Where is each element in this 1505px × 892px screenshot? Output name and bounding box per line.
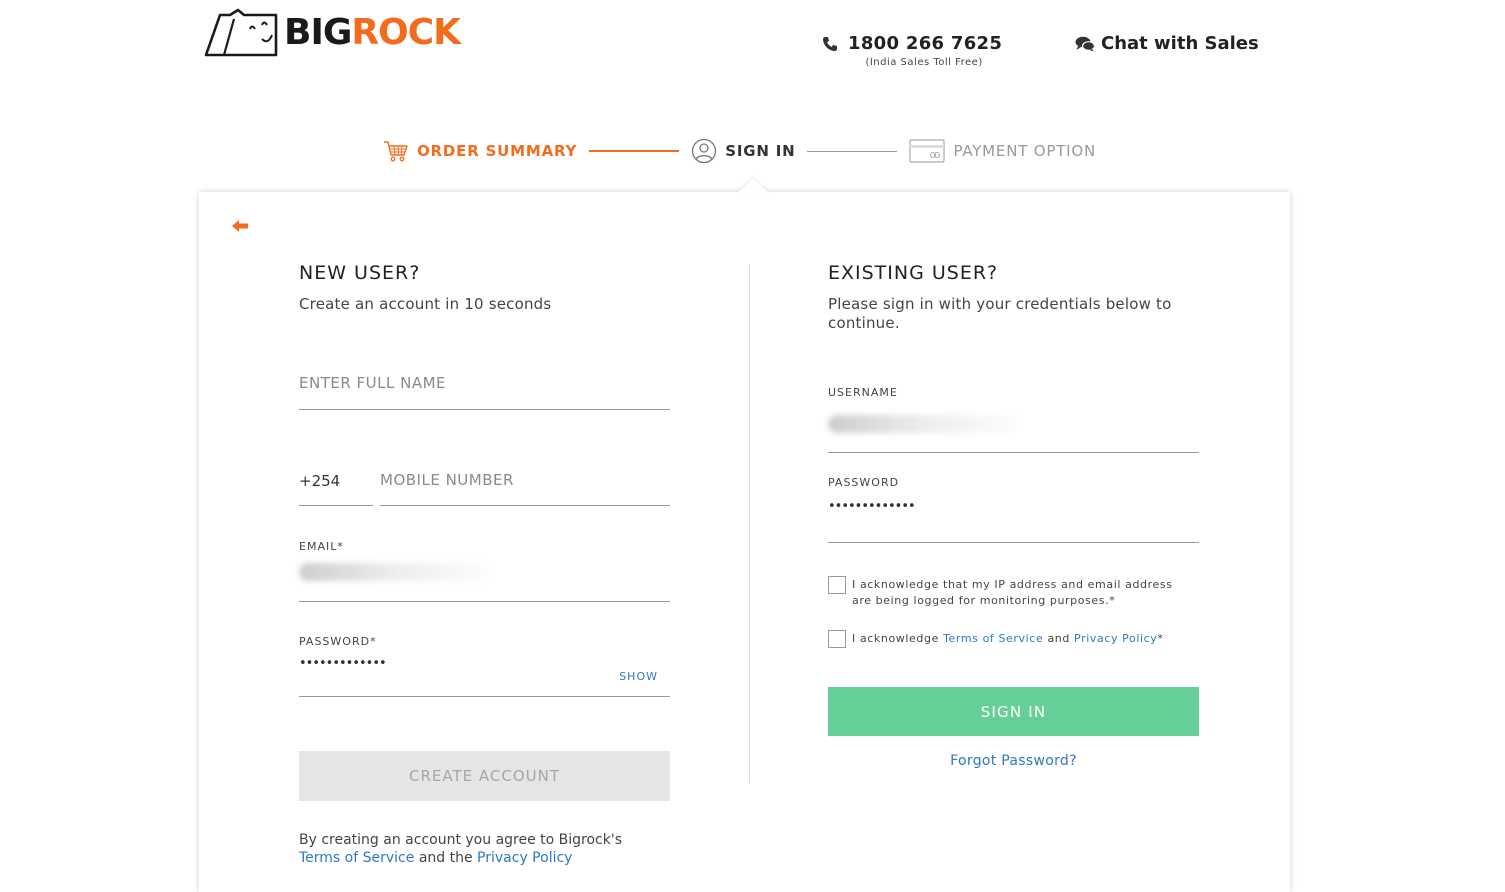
- logo-text-rock: ROCK: [351, 11, 461, 53]
- ack-terms-row: I acknowledge Terms of Service and Priva…: [828, 630, 1199, 648]
- existing-user-section: EXISTING USER? Please sign in with your …: [828, 262, 1199, 769]
- cart-icon: [384, 141, 408, 162]
- new-password-input[interactable]: •••••••••••••: [299, 656, 387, 671]
- ack-terms-suffix: *: [1157, 632, 1164, 645]
- card-notch: [737, 178, 769, 193]
- full-name-field: [299, 368, 670, 410]
- step-payment-option: PAYMENT OPTION: [909, 138, 1096, 164]
- card-icon: [909, 139, 946, 163]
- forgot-password-link[interactable]: Forgot Password?: [828, 753, 1199, 769]
- signin-password-label: PASSWORD: [828, 476, 900, 489]
- new-user-section: NEW USER? Create an account in 10 second…: [299, 262, 670, 866]
- sign-in-button[interactable]: SIGN IN: [828, 687, 1199, 736]
- back-arrow-icon[interactable]: [230, 218, 250, 234]
- username-label: USERNAME: [828, 386, 898, 399]
- bigrock-logo[interactable]: BIGROCK: [204, 7, 461, 57]
- signin-password-field: PASSWORD •••••••••••••: [828, 476, 1199, 543]
- step-sign-in: SIGN IN: [691, 138, 795, 164]
- ack-terms-prefix: I acknowledge: [852, 632, 939, 645]
- sales-phone[interactable]: 1800 266 7625 (India Sales Toll Free): [822, 33, 1002, 68]
- terms-of-service-link[interactable]: Terms of Service: [299, 850, 414, 866]
- country-code-field[interactable]: +254: [299, 462, 373, 506]
- new-user-subtitle: Create an account in 10 seconds: [299, 295, 552, 313]
- privacy-policy-link[interactable]: Privacy Policy: [477, 850, 572, 866]
- bigrock-logo-icon: [204, 8, 278, 57]
- username-field: USERNAME: [828, 386, 1199, 453]
- chat-bubbles-icon: [1075, 36, 1095, 51]
- step-connector-pending: [807, 150, 898, 152]
- phone-subtitle: (India Sales Toll Free): [865, 57, 983, 68]
- country-code: +254: [299, 472, 341, 490]
- phone-row: 1800 266 7625: [822, 33, 1002, 54]
- column-divider: [749, 264, 750, 783]
- step-connector-completed: [589, 150, 680, 152]
- logo-text: BIGROCK: [284, 11, 461, 53]
- ack-ip-text: I acknowledge that my IP address and ema…: [852, 578, 1173, 607]
- phone-icon: [823, 36, 837, 51]
- ack-ip-checkbox[interactable]: [828, 576, 846, 594]
- new-password-field: PASSWORD* ••••••••••••• SHOW: [299, 635, 670, 697]
- chat-with-sales-label: Chat with Sales: [1101, 33, 1259, 54]
- email-field: EMAIL*: [299, 540, 670, 602]
- terms-agreement-text: By creating an account you agree to Bigr…: [299, 831, 670, 867]
- ack-terms-of-service-link[interactable]: Terms of Service: [943, 632, 1043, 645]
- mobile-number-field: [380, 462, 670, 506]
- ack-terms-and: and: [1047, 632, 1070, 645]
- email-label: EMAIL*: [299, 540, 344, 553]
- new-user-title: NEW USER?: [299, 262, 421, 284]
- signin-password-input[interactable]: •••••••••••••: [828, 499, 916, 514]
- email-value-redacted[interactable]: [299, 563, 489, 581]
- step-sign-in-label: SIGN IN: [725, 142, 796, 160]
- ack-terms-checkbox[interactable]: [828, 630, 846, 648]
- signin-card: NEW USER? Create an account in 10 second…: [199, 192, 1290, 892]
- step-order-summary-label: ORDER SUMMARY: [417, 142, 578, 160]
- step-order-summary[interactable]: ORDER SUMMARY: [383, 138, 577, 164]
- new-password-label: PASSWORD*: [299, 635, 377, 648]
- user-icon: [692, 138, 717, 164]
- ack-privacy-policy-link[interactable]: Privacy Policy: [1074, 632, 1157, 645]
- create-account-button[interactable]: CREATE ACCOUNT: [299, 751, 670, 801]
- ack-ip-row: I acknowledge that my IP address and ema…: [828, 576, 1199, 609]
- phone-number: 1800 266 7625: [848, 33, 1003, 54]
- logo-text-big: BIG: [284, 11, 352, 53]
- existing-user-subtitle: Please sign in with your credentials bel…: [828, 295, 1172, 332]
- full-name-input[interactable]: [299, 374, 670, 392]
- existing-user-title: EXISTING USER?: [828, 262, 999, 284]
- show-password-button[interactable]: SHOW: [619, 670, 658, 683]
- agree-prefix: By creating an account you agree to Bigr…: [299, 832, 623, 848]
- agree-middle: and the: [418, 850, 473, 866]
- step-payment-option-label: PAYMENT OPTION: [953, 142, 1097, 160]
- mobile-number-input[interactable]: [380, 471, 670, 489]
- header: BIGROCK 1800 266 7625 (India Sales Toll …: [0, 0, 1505, 100]
- chat-with-sales-link[interactable]: Chat with Sales: [1075, 33, 1259, 54]
- ack-terms-text: I acknowledge Terms of Service and Priva…: [852, 631, 1164, 647]
- checkout-stepper: ORDER SUMMARY SIGN IN PAYMENT OPTION: [383, 137, 1096, 165]
- username-value-redacted[interactable]: [828, 415, 1018, 433]
